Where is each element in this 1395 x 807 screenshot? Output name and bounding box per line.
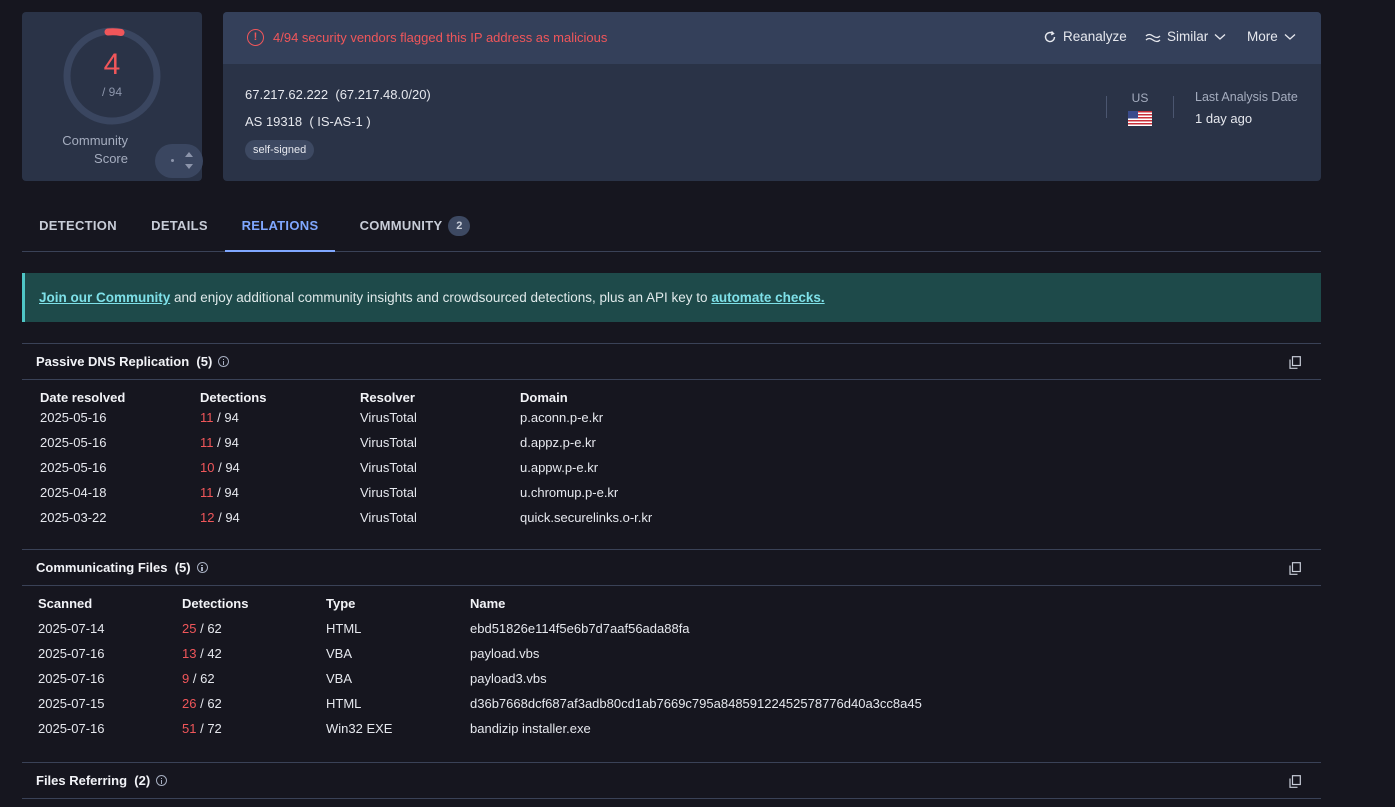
detection-count: 4 (103, 48, 121, 81)
vote-down-icon[interactable] (185, 164, 193, 169)
section-title: Passive DNS Replication (5) (36, 354, 230, 369)
refresh-icon (1044, 30, 1056, 42)
chevron-down-icon (1284, 33, 1296, 40)
communicating-files-section: Communicating Files (5) Scanned Detectio… (22, 549, 1321, 762)
domain-link[interactable]: quick.securelinks.o-r.kr (520, 510, 652, 525)
community-score-dot (171, 159, 174, 162)
last-analysis-value: 1 day ago (1195, 111, 1253, 126)
alert-message: 4/94 security vendors flagged this IP ad… (273, 30, 608, 45)
community-count-badge: 2 (448, 215, 471, 236)
tab-bar: DETECTION DETAILS RELATIONS COMMUNITY 2 (22, 202, 1321, 252)
tab-details[interactable]: DETAILS (134, 202, 225, 252)
alert-bar: ! 4/94 security vendors flagged this IP … (223, 12, 1321, 64)
copy-icon[interactable] (1289, 356, 1301, 369)
tag-self-signed[interactable]: self-signed (245, 140, 315, 160)
file-link[interactable]: payload3.vbs (470, 671, 547, 686)
file-link[interactable]: d36b7668dcf687af3adb80cd1ab7669c795a8485… (470, 696, 922, 711)
community-banner: Join our Community and enjoy additional … (22, 273, 1321, 322)
copy-icon[interactable] (1289, 775, 1301, 788)
community-score-label: Community Score (62, 133, 128, 166)
table-row: 2025-05-16 10 / 94 VirusTotal u.appw.p-e… (40, 460, 599, 475)
similar-button[interactable]: Similar (1145, 29, 1226, 44)
file-link[interactable]: bandizip installer.exe (470, 721, 591, 736)
detection-score-card: 4 / 94 Community Score (22, 12, 203, 181)
info-icon[interactable] (156, 775, 168, 786)
automate-checks-link[interactable]: automate checks. (711, 290, 824, 305)
domain-link[interactable]: p.aconn.p-e.kr (520, 410, 603, 425)
table-row: 2025-07-14 25 / 62 HTML ebd51826e114f5e6… (38, 621, 690, 636)
divider (1106, 96, 1107, 118)
country-code: US (1131, 91, 1149, 105)
passive-dns-section: Passive DNS Replication (5) Date resolve… (22, 343, 1321, 549)
vote-up-icon[interactable] (185, 152, 193, 157)
section-header: Files Referring (2) (22, 762, 1321, 799)
table-row: 2025-05-16 11 / 94 VirusTotal d.appz.p-e… (40, 435, 596, 450)
us-flag-icon (1128, 111, 1152, 126)
file-link[interactable]: ebd51826e114f5e6b7d7aaf56ada88fa (470, 621, 690, 636)
divider (1173, 96, 1174, 118)
table-row: 2025-05-16 11 / 94 VirusTotal p.aconn.p-… (40, 410, 604, 425)
domain-link[interactable]: u.chromup.p-e.kr (520, 485, 618, 500)
tab-detection[interactable]: DETECTION (22, 202, 134, 252)
table-row: 2025-07-15 26 / 62 HTML d36b7668dcf687af… (38, 696, 922, 711)
ip-summary-card: ! 4/94 security vendors flagged this IP … (223, 12, 1321, 181)
last-analysis-label: Last Analysis Date (1195, 90, 1298, 104)
domain-link[interactable]: u.appw.p-e.kr (520, 460, 598, 475)
section-header: Passive DNS Replication (5) (22, 343, 1321, 380)
table-row: 2025-07-16 9 / 62 VBA payload3.vbs (38, 671, 547, 686)
tab-community[interactable]: COMMUNITY 2 (335, 202, 495, 252)
copy-icon[interactable] (1289, 562, 1301, 575)
reanalyze-button[interactable]: Reanalyze (1043, 29, 1127, 44)
section-header: Communicating Files (5) (22, 549, 1321, 586)
community-score-vote[interactable] (155, 144, 203, 178)
info-icon[interactable] (218, 356, 230, 367)
files-referring-section: Files Referring (2) (22, 762, 1321, 802)
table-header-row: Scanned Detections Type Name (38, 596, 506, 611)
file-link[interactable]: payload.vbs (470, 646, 539, 661)
tab-relations[interactable]: RELATIONS (225, 202, 335, 252)
more-button[interactable]: More (1247, 29, 1296, 44)
autonomous-system: AS 19318 ( IS-AS-1 ) (245, 114, 371, 129)
detection-total: / 94 (101, 85, 122, 99)
table-row: 2025-03-22 12 / 94 VirusTotal quick.secu… (40, 510, 653, 525)
table-row: 2025-04-18 11 / 94 VirusTotal u.chromup.… (40, 485, 619, 500)
domain-link[interactable]: d.appz.p-e.kr (520, 435, 596, 450)
ip-address: 67.217.62.222 (67.217.48.0/20) (245, 87, 431, 102)
table-row: 2025-07-16 13 / 42 VBA payload.vbs (38, 646, 540, 661)
similar-icon (1145, 33, 1161, 42)
table-row: 2025-07-16 51 / 72 Win32 EXE bandizip in… (38, 721, 591, 736)
info-icon[interactable] (196, 562, 208, 573)
banner-text: and enjoy additional community insights … (170, 290, 712, 305)
join-community-link[interactable]: Join our Community (39, 290, 170, 305)
chevron-down-icon (1214, 33, 1226, 40)
section-title: Communicating Files (5) (36, 560, 208, 575)
section-title: Files Referring (2) (36, 773, 168, 788)
alert-icon: ! (247, 29, 264, 46)
